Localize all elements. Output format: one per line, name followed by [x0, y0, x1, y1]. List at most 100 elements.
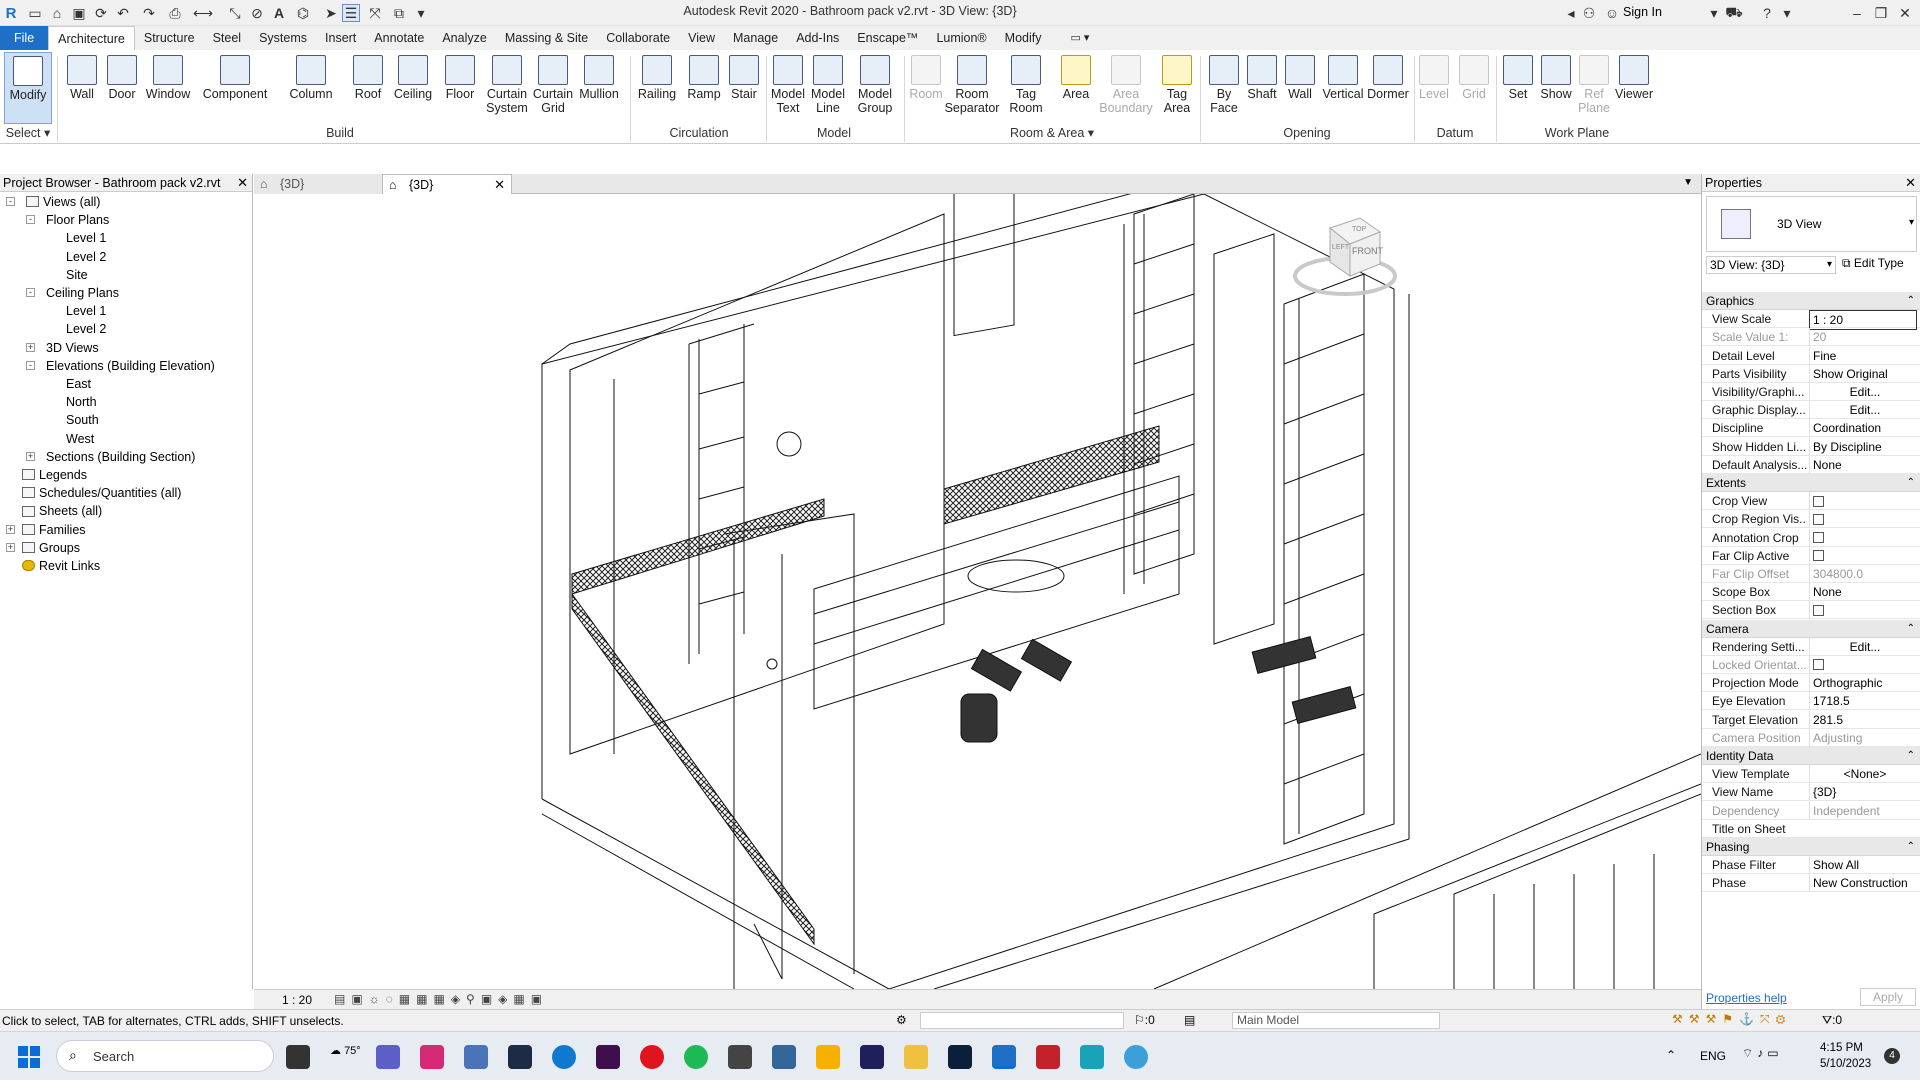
property-value[interactable]: [1809, 546, 1917, 565]
property-value[interactable]: {3D}: [1809, 783, 1917, 802]
property-section-phasing[interactable]: Phasing ⌃: [1702, 838, 1920, 856]
viewcube-top-label[interactable]: TOP: [1352, 226, 1366, 233]
browser-item[interactable]: Level 2: [66, 320, 106, 338]
show-button[interactable]: Show: [1538, 52, 1574, 124]
selection-filter-icons[interactable]: ⚒⚒⚒⚑⚓⤧⚙: [1672, 1012, 1791, 1027]
opening-wall-button[interactable]: Wall: [1282, 52, 1318, 124]
property-value[interactable]: Show Original: [1809, 364, 1917, 383]
panel-room-area-label[interactable]: Room & Area ▾: [904, 124, 1200, 142]
user-icon[interactable]: ☺: [1603, 4, 1621, 22]
property-value[interactable]: Edit...: [1809, 383, 1917, 401]
lightroom-icon[interactable]: [508, 1045, 532, 1069]
search-left-icon[interactable]: ◂: [1562, 4, 1580, 22]
column-button[interactable]: Column: [286, 52, 336, 124]
tab-structure[interactable]: Structure: [135, 26, 204, 50]
ramp-button[interactable]: Ramp: [684, 52, 724, 124]
task-view-icon[interactable]: [286, 1045, 310, 1069]
drawing-area[interactable]: TOP FRONT LEFT: [254, 194, 1701, 989]
floor-button[interactable]: Floor: [440, 52, 480, 124]
property-section-identity-data[interactable]: Identity Data ⌃: [1702, 747, 1920, 765]
viewcube[interactable]: TOP FRONT LEFT: [1292, 214, 1398, 304]
after-effects-icon[interactable]: [860, 1045, 884, 1069]
tab-manage[interactable]: Manage: [724, 26, 787, 50]
component-button[interactable]: Component: [198, 52, 272, 124]
tag-area-button[interactable]: Tag Area: [1156, 52, 1198, 124]
browser-item[interactable]: Sections (Building Section): [46, 448, 195, 466]
property-value[interactable]: 304800.0: [1809, 565, 1917, 583]
help-icon[interactable]: ?: [1758, 4, 1776, 22]
browser-item[interactable]: North: [66, 393, 97, 411]
property-value[interactable]: Independent: [1809, 801, 1917, 820]
media-icon[interactable]: [816, 1045, 840, 1069]
view-tab-3d-1[interactable]: ⌂ {3D}: [254, 174, 382, 194]
model-wireframe[interactable]: [254, 194, 1701, 989]
grid-button[interactable]: Grid: [1456, 52, 1492, 124]
instagram-icon[interactable]: [420, 1045, 444, 1069]
spotify-icon[interactable]: [684, 1045, 708, 1069]
modify-button[interactable]: Modify: [4, 52, 52, 124]
tab-enscape[interactable]: Enscape™: [848, 26, 927, 50]
notification-badge[interactable]: 4: [1884, 1048, 1900, 1064]
browser-item[interactable]: Groups: [22, 539, 80, 557]
tab-steel[interactable]: Steel: [204, 26, 251, 50]
design-options-icon[interactable]: ▤: [1184, 1013, 1195, 1027]
roof-button[interactable]: Roof: [348, 52, 388, 124]
collapse-icon[interactable]: -: [6, 197, 15, 206]
expand-icon[interactable]: +: [6, 542, 15, 552]
property-value[interactable]: <None>: [1809, 765, 1917, 784]
tray-icons[interactable]: ⌔♪▭: [1742, 1046, 1783, 1061]
property-value[interactable]: Edit...: [1809, 401, 1917, 420]
property-value[interactable]: 281.5: [1809, 710, 1917, 729]
browser-item[interactable]: Views (all): [26, 193, 100, 211]
browser-item[interactable]: Floor Plans: [46, 211, 109, 229]
close-icon[interactable]: ✕: [1896, 4, 1914, 22]
worksets-icon[interactable]: ⚙: [896, 1013, 907, 1027]
close-tab-icon[interactable]: ✕: [494, 175, 505, 195]
filter-count[interactable]: ⛛:0: [1822, 1013, 1842, 1028]
browser-item[interactable]: Ceiling Plans: [46, 284, 119, 302]
property-value[interactable]: Orthographic: [1809, 674, 1917, 693]
window-button[interactable]: Window: [142, 52, 194, 124]
property-value[interactable]: Fine: [1809, 346, 1917, 365]
collapse-section-icon[interactable]: ⌃: [1907, 838, 1915, 856]
browser-item[interactable]: West: [66, 430, 94, 448]
type-selector[interactable]: 3D View ▾: [1706, 196, 1917, 252]
property-value[interactable]: By Discipline: [1809, 437, 1917, 456]
tab-annotate[interactable]: Annotate: [365, 26, 433, 50]
browser-item[interactable]: 3D Views: [46, 339, 99, 357]
apply-button[interactable]: Apply: [1860, 988, 1916, 1006]
tab-file[interactable]: File: [0, 26, 49, 50]
property-value[interactable]: 1 : 20: [1809, 310, 1917, 331]
ref-plane-button[interactable]: Ref Plane: [1576, 52, 1612, 124]
clock-time[interactable]: 4:15 PM: [1820, 1042, 1863, 1054]
panel-select-label[interactable]: Select ▾: [0, 124, 56, 142]
tab-lumion[interactable]: Lumion®: [927, 26, 995, 50]
property-value[interactable]: [1809, 601, 1917, 620]
property-section-graphics[interactable]: Graphics ⌃: [1702, 292, 1920, 310]
3ds-max-icon[interactable]: [1080, 1045, 1104, 1069]
revit-taskbar-icon[interactable]: [992, 1045, 1016, 1069]
set-button[interactable]: Set: [1500, 52, 1536, 124]
collapse-section-icon[interactable]: ⌃: [1907, 747, 1915, 765]
properties-help-link[interactable]: Properties help: [1706, 991, 1787, 1005]
checkbox[interactable]: [1813, 550, 1824, 562]
room-separator-button[interactable]: Room Separator: [945, 52, 999, 124]
tab-analyze[interactable]: Analyze: [433, 26, 495, 50]
dormer-button[interactable]: Dormer: [1366, 52, 1410, 124]
browser-item[interactable]: Site: [66, 266, 88, 284]
collapse-section-icon[interactable]: ⌃: [1907, 292, 1915, 310]
tab-architecture[interactable]: Architecture: [48, 26, 135, 50]
file-explorer-icon[interactable]: [904, 1045, 928, 1069]
chevron-down-icon[interactable]: ▾: [1909, 217, 1914, 228]
property-value[interactable]: 20: [1809, 328, 1917, 347]
viewcube-left-label[interactable]: LEFT: [1332, 244, 1349, 251]
checkbox[interactable]: [1813, 495, 1824, 507]
autocad-icon[interactable]: [1036, 1045, 1060, 1069]
property-value[interactable]: None: [1809, 583, 1917, 602]
by-face-button[interactable]: By Face: [1204, 52, 1244, 124]
tab-modify[interactable]: Modify: [996, 26, 1051, 50]
tab-add-ins[interactable]: Add-Ins: [787, 26, 848, 50]
checkbox[interactable]: [1813, 513, 1824, 525]
tab-massing-site[interactable]: Massing & Site: [496, 26, 597, 50]
view-control-icons[interactable]: ▤▣☼◌▦▦▦◈⚲▣◈▦▣: [334, 992, 548, 1006]
